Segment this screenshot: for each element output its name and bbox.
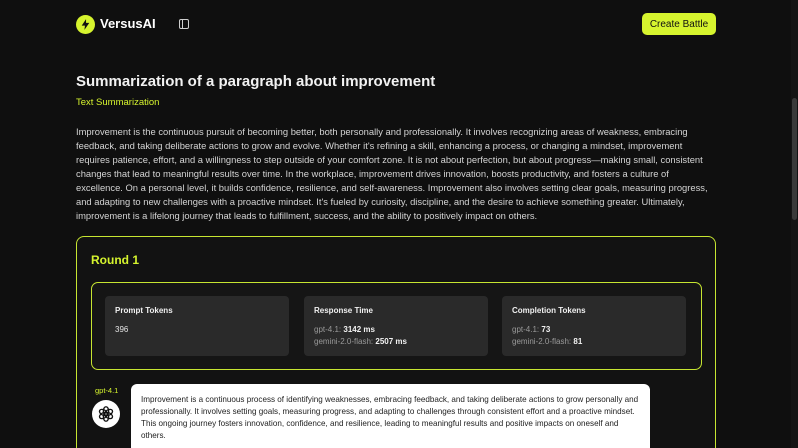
model-name: gpt-4.1: (512, 325, 540, 334)
round-title: Round 1 (91, 253, 139, 267)
stat-label: Prompt Tokens (115, 306, 173, 315)
stat-row: gpt-4.1: 73 (512, 324, 676, 336)
sidebar-toggle-icon[interactable] (179, 19, 189, 29)
page-title: Summarization of a paragraph about impro… (76, 73, 436, 90)
stat-value: 396 (115, 325, 129, 334)
stat-value: 81 (573, 337, 583, 346)
prompt-text: Improvement is the continuous pursuit of… (76, 126, 708, 221)
model-name: gpt-4.1: (314, 325, 342, 334)
response-time-stat: Response Time gpt-4.1: 3142 ms gemini-2.… (304, 296, 488, 356)
stat-value: 73 (541, 325, 551, 334)
bolt-icon[interactable] (76, 15, 95, 34)
model-name: gemini-2.0-flash: (314, 337, 374, 346)
model-name: gemini-2.0-flash: (512, 337, 572, 346)
prompt-tokens-stat: Prompt Tokens 396 (105, 296, 289, 356)
stat-label: Response Time (314, 306, 373, 315)
stat-value: 2507 ms (375, 337, 407, 346)
openai-logo-icon (92, 400, 120, 428)
scroll-thumb[interactable] (792, 98, 797, 220)
page-scrollbar[interactable] (791, 0, 798, 448)
stat-value: 3142 ms (343, 325, 375, 334)
stats-panel: Prompt Tokens 396 Response Time gpt-4.1:… (91, 282, 702, 370)
stat-row: gpt-4.1: 3142 ms (314, 324, 478, 336)
create-battle-button[interactable]: Create Battle (642, 13, 716, 35)
stat-row: gemini-2.0-flash: 81 (512, 336, 676, 348)
brand-name[interactable]: VersusAI (100, 16, 156, 31)
top-navigation-bar: VersusAI Create Battle (0, 0, 798, 50)
stat-row: gemini-2.0-flash: 2507 ms (314, 336, 478, 348)
stat-label: Completion Tokens (512, 306, 586, 315)
completion-tokens-stat: Completion Tokens gpt-4.1: 73 gemini-2.0… (502, 296, 686, 356)
model-response: Improvement is a continuous process of i… (131, 384, 650, 448)
category-label: Text Summarization (76, 97, 160, 108)
model-tag: gpt-4.1 (95, 386, 119, 395)
